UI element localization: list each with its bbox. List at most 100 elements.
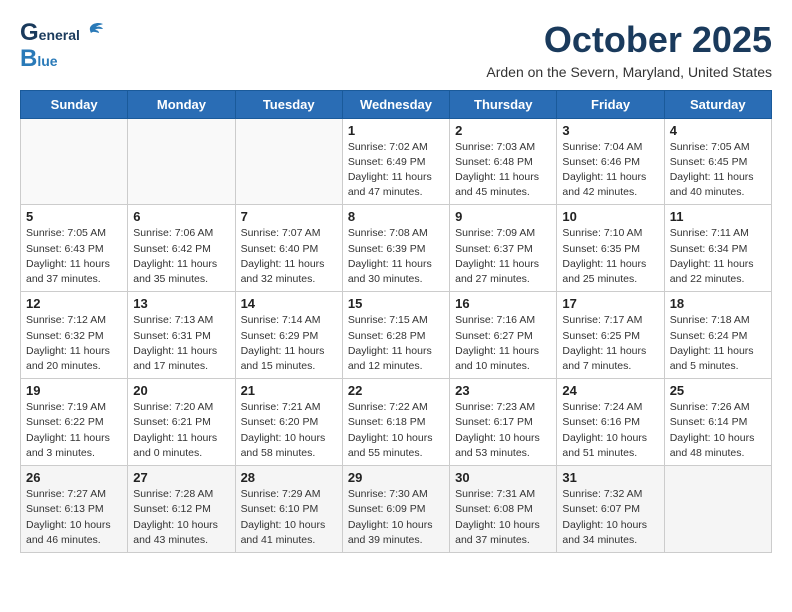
- day-info: Sunrise: 7:21 AMSunset: 6:20 PMDaylight:…: [241, 400, 337, 461]
- day-number: 27: [133, 470, 229, 485]
- calendar-day-cell: [664, 466, 771, 553]
- day-info: Sunrise: 7:23 AMSunset: 6:17 PMDaylight:…: [455, 400, 551, 461]
- calendar-week-row: 19Sunrise: 7:19 AMSunset: 6:22 PMDayligh…: [21, 379, 772, 466]
- day-number: 29: [348, 470, 444, 485]
- day-number: 23: [455, 383, 551, 398]
- logo-eneral: eneral: [39, 28, 80, 43]
- day-number: 7: [241, 209, 337, 224]
- day-info: Sunrise: 7:16 AMSunset: 6:27 PMDaylight:…: [455, 313, 551, 374]
- day-info: Sunrise: 7:10 AMSunset: 6:35 PMDaylight:…: [562, 226, 658, 287]
- calendar-day-cell: 20 Sunrise: 7:20 AMSunset: 6:21 PMDayligh…: [128, 379, 235, 466]
- day-number: 28: [241, 470, 337, 485]
- calendar-day-cell: 9 Sunrise: 7:09 AMSunset: 6:37 PMDaylight…: [450, 205, 557, 292]
- calendar-day-cell: 12 Sunrise: 7:12 AMSunset: 6:32 PMDayligh…: [21, 292, 128, 379]
- calendar-day-cell: 17 Sunrise: 7:17 AMSunset: 6:25 PMDayligh…: [557, 292, 664, 379]
- col-thursday: Thursday: [450, 90, 557, 118]
- day-info: Sunrise: 7:22 AMSunset: 6:18 PMDaylight:…: [348, 400, 444, 461]
- calendar-day-cell: 11 Sunrise: 7:11 AMSunset: 6:34 PMDayligh…: [664, 205, 771, 292]
- calendar-week-row: 12 Sunrise: 7:12 AMSunset: 6:32 PMDayligh…: [21, 292, 772, 379]
- day-number: 4: [670, 123, 766, 138]
- day-number: 21: [241, 383, 337, 398]
- calendar-day-cell: 31Sunrise: 7:32 AMSunset: 6:07 PMDayligh…: [557, 466, 664, 553]
- day-info: Sunrise: 7:30 AMSunset: 6:09 PMDaylight:…: [348, 487, 444, 548]
- logo-b: B: [20, 46, 37, 72]
- logo-lue: lue: [37, 54, 57, 69]
- calendar-day-cell: 21 Sunrise: 7:21 AMSunset: 6:20 PMDayligh…: [235, 379, 342, 466]
- day-info: Sunrise: 7:09 AMSunset: 6:37 PMDaylight:…: [455, 226, 551, 287]
- day-number: 1: [348, 123, 444, 138]
- calendar-day-cell: 13 Sunrise: 7:13 AMSunset: 6:31 PMDayligh…: [128, 292, 235, 379]
- calendar-day-cell: 8 Sunrise: 7:08 AMSunset: 6:39 PMDaylight…: [342, 205, 449, 292]
- calendar-day-cell: 22Sunrise: 7:22 AMSunset: 6:18 PMDayligh…: [342, 379, 449, 466]
- calendar-day-cell: 25 Sunrise: 7:26 AMSunset: 6:14 PMDayligh…: [664, 379, 771, 466]
- day-number: 18: [670, 296, 766, 311]
- calendar-day-cell: 29 Sunrise: 7:30 AMSunset: 6:09 PMDayligh…: [342, 466, 449, 553]
- calendar-day-cell: [235, 118, 342, 205]
- day-number: 24: [562, 383, 658, 398]
- day-info: Sunrise: 7:31 AMSunset: 6:08 PMDaylight:…: [455, 487, 551, 548]
- day-number: 20: [133, 383, 229, 398]
- calendar-day-cell: 18Sunrise: 7:18 AMSunset: 6:24 PMDayligh…: [664, 292, 771, 379]
- day-info: Sunrise: 7:03 AMSunset: 6:48 PMDaylight:…: [455, 140, 551, 201]
- month-title: October 2025: [486, 20, 772, 60]
- day-number: 11: [670, 209, 766, 224]
- day-info: Sunrise: 7:02 AMSunset: 6:49 PMDaylight:…: [348, 140, 444, 201]
- day-info: Sunrise: 7:26 AMSunset: 6:14 PMDaylight:…: [670, 400, 766, 461]
- calendar-day-cell: 24Sunrise: 7:24 AMSunset: 6:16 PMDayligh…: [557, 379, 664, 466]
- calendar-day-cell: 3 Sunrise: 7:04 AMSunset: 6:46 PMDaylight…: [557, 118, 664, 205]
- day-number: 9: [455, 209, 551, 224]
- calendar-day-cell: 30Sunrise: 7:31 AMSunset: 6:08 PMDayligh…: [450, 466, 557, 553]
- day-info: Sunrise: 7:11 AMSunset: 6:34 PMDaylight:…: [670, 226, 766, 287]
- day-info: Sunrise: 7:08 AMSunset: 6:39 PMDaylight:…: [348, 226, 444, 287]
- day-number: 3: [562, 123, 658, 138]
- col-friday: Friday: [557, 90, 664, 118]
- day-info: Sunrise: 7:12 AMSunset: 6:32 PMDaylight:…: [26, 313, 122, 374]
- day-info: Sunrise: 7:13 AMSunset: 6:31 PMDaylight:…: [133, 313, 229, 374]
- logo-g: G: [20, 20, 39, 46]
- calendar-table: Sunday Monday Tuesday Wednesday Thursday…: [20, 90, 772, 553]
- day-info: Sunrise: 7:15 AMSunset: 6:28 PMDaylight:…: [348, 313, 444, 374]
- calendar-day-cell: [21, 118, 128, 205]
- calendar-day-cell: 16 Sunrise: 7:16 AMSunset: 6:27 PMDayligh…: [450, 292, 557, 379]
- day-number: 12: [26, 296, 122, 311]
- calendar-day-cell: 27Sunrise: 7:28 AMSunset: 6:12 PMDayligh…: [128, 466, 235, 553]
- calendar-day-cell: 1 Sunrise: 7:02 AMSunset: 6:49 PMDaylight…: [342, 118, 449, 205]
- logo: G eneral B lue: [20, 20, 105, 73]
- day-info: Sunrise: 7:04 AMSunset: 6:46 PMDaylight:…: [562, 140, 658, 201]
- calendar-day-cell: 19Sunrise: 7:19 AMSunset: 6:22 PMDayligh…: [21, 379, 128, 466]
- day-number: 2: [455, 123, 551, 138]
- day-number: 25: [670, 383, 766, 398]
- day-info: Sunrise: 7:20 AMSunset: 6:21 PMDaylight:…: [133, 400, 229, 461]
- day-number: 5: [26, 209, 122, 224]
- day-number: 14: [241, 296, 337, 311]
- calendar-day-cell: 26Sunrise: 7:27 AMSunset: 6:13 PMDayligh…: [21, 466, 128, 553]
- calendar-day-cell: 2 Sunrise: 7:03 AMSunset: 6:48 PMDaylight…: [450, 118, 557, 205]
- location-title: Arden on the Severn, Maryland, United St…: [486, 64, 772, 80]
- col-tuesday: Tuesday: [235, 90, 342, 118]
- day-info: Sunrise: 7:05 AMSunset: 6:45 PMDaylight:…: [670, 140, 766, 201]
- calendar-day-cell: 7Sunrise: 7:07 AMSunset: 6:40 PMDaylight…: [235, 205, 342, 292]
- day-number: 13: [133, 296, 229, 311]
- calendar-day-cell: 5 Sunrise: 7:05 AMSunset: 6:43 PMDaylight…: [21, 205, 128, 292]
- day-info: Sunrise: 7:06 AMSunset: 6:42 PMDaylight:…: [133, 226, 229, 287]
- day-number: 15: [348, 296, 444, 311]
- col-sunday: Sunday: [21, 90, 128, 118]
- title-area: October 2025 Arden on the Severn, Maryla…: [486, 20, 772, 80]
- day-number: 16: [455, 296, 551, 311]
- calendar-header: G eneral B lue October 2025 Arden on the…: [20, 20, 772, 80]
- day-number: 8: [348, 209, 444, 224]
- calendar-header-row: Sunday Monday Tuesday Wednesday Thursday…: [21, 90, 772, 118]
- day-info: Sunrise: 7:19 AMSunset: 6:22 PMDaylight:…: [26, 400, 122, 461]
- day-info: Sunrise: 7:29 AMSunset: 6:10 PMDaylight:…: [241, 487, 337, 548]
- calendar-day-cell: 4 Sunrise: 7:05 AMSunset: 6:45 PMDaylight…: [664, 118, 771, 205]
- calendar-day-cell: 28 Sunrise: 7:29 AMSunset: 6:10 PMDayligh…: [235, 466, 342, 553]
- day-info: Sunrise: 7:32 AMSunset: 6:07 PMDaylight:…: [562, 487, 658, 548]
- day-info: Sunrise: 7:17 AMSunset: 6:25 PMDaylight:…: [562, 313, 658, 374]
- day-info: Sunrise: 7:05 AMSunset: 6:43 PMDaylight:…: [26, 226, 122, 287]
- calendar-week-row: 5 Sunrise: 7:05 AMSunset: 6:43 PMDaylight…: [21, 205, 772, 292]
- calendar-day-cell: 23 Sunrise: 7:23 AMSunset: 6:17 PMDayligh…: [450, 379, 557, 466]
- day-number: 17: [562, 296, 658, 311]
- day-info: Sunrise: 7:14 AMSunset: 6:29 PMDaylight:…: [241, 313, 337, 374]
- day-number: 10: [562, 209, 658, 224]
- calendar-day-cell: 6Sunrise: 7:06 AMSunset: 6:42 PMDaylight…: [128, 205, 235, 292]
